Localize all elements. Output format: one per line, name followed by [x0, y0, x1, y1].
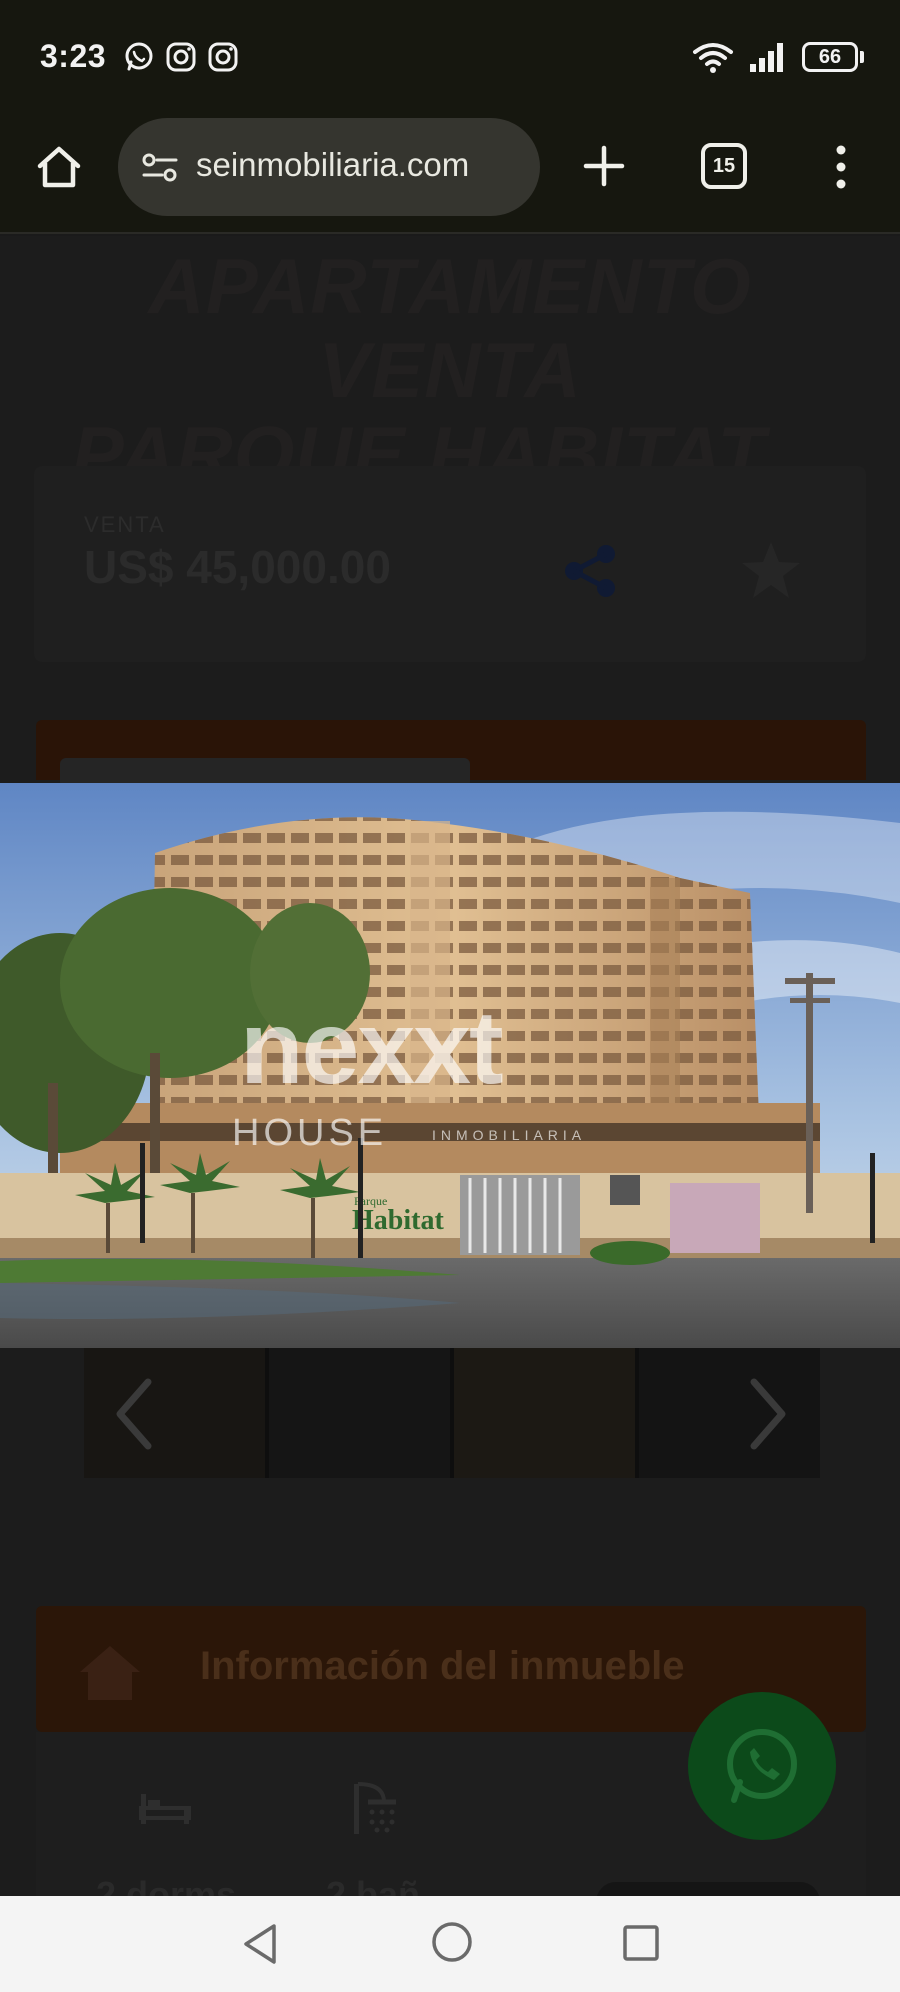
shower-icon: [354, 1782, 396, 1834]
tab-switcher-button[interactable]: 15: [701, 143, 747, 189]
watermark-subtitle: INMOBILIARIA: [432, 1127, 586, 1143]
bed-icon: [139, 1794, 191, 1824]
favorite-star-icon[interactable]: [738, 538, 804, 604]
system-navigation-bar: [0, 1896, 900, 1992]
price-card: VENTA US$ 45,000.00: [34, 466, 866, 662]
phone-screen: 3:23 66 seinmobiliaria.com 15 APARTAMENT…: [0, 0, 900, 1992]
watermark-logo: nexxt: [240, 990, 503, 1106]
whatsapp-icon: [727, 1729, 797, 1803]
thumbnail-strip: [84, 1348, 820, 1478]
wifi-icon: [693, 43, 733, 73]
house-icon: [80, 1646, 140, 1700]
sign-text: Habitat: [352, 1205, 444, 1236]
chevron-left-icon[interactable]: [110, 1376, 160, 1452]
new-tab-icon[interactable]: [580, 142, 628, 190]
browser-toolbar: seinmobiliaria.com 15: [0, 110, 900, 234]
thumbnail[interactable]: [454, 1348, 635, 1478]
site-settings-icon[interactable]: [140, 148, 180, 188]
price-label: VENTA: [84, 512, 166, 537]
chevron-right-icon[interactable]: [742, 1376, 792, 1452]
share-icon[interactable]: [560, 540, 622, 602]
instagram-icon: [166, 42, 196, 72]
thumbnail[interactable]: [639, 1348, 820, 1478]
listing-title-line1: APARTAMENTO VENTA: [148, 242, 752, 414]
home-icon[interactable]: [34, 142, 84, 192]
address-bar[interactable]: seinmobiliaria.com: [118, 118, 540, 216]
home-circle-icon[interactable]: [430, 1920, 474, 1964]
gallery-header-band: [36, 720, 866, 788]
whatsapp-button[interactable]: [688, 1692, 836, 1840]
instagram-icon: [208, 42, 238, 72]
battery-icon: 66: [802, 42, 864, 72]
price-value: US$ 45,000.00: [84, 541, 391, 593]
status-time: 3:23: [40, 38, 107, 74]
back-icon[interactable]: [238, 1920, 282, 1968]
building-photo: Parque Habitat nexxt HOUSE INMOBILIARIA: [0, 783, 900, 1348]
property-photo[interactable]: Parque Habitat nexxt HOUSE INMOBILIARIA: [0, 783, 900, 1348]
signal-icon: [750, 43, 783, 72]
recent-apps-icon[interactable]: [620, 1922, 662, 1964]
notification-icons: [122, 40, 240, 74]
battery-level: 66: [802, 42, 858, 72]
watermark-brand: HOUSE: [232, 1112, 387, 1154]
listing-title: APARTAMENTO VENTA PARQUE HABITAT...: [20, 244, 880, 496]
more-options-icon[interactable]: [826, 142, 856, 192]
system-status: 66: [692, 40, 864, 74]
thumbnail[interactable]: [269, 1348, 450, 1478]
info-section-title: Información del inmueble: [200, 1644, 685, 1688]
status-bar: 3:23 66: [0, 0, 900, 110]
whatsapp-icon: [125, 42, 153, 71]
url-text: seinmobiliaria.com: [196, 146, 470, 183]
